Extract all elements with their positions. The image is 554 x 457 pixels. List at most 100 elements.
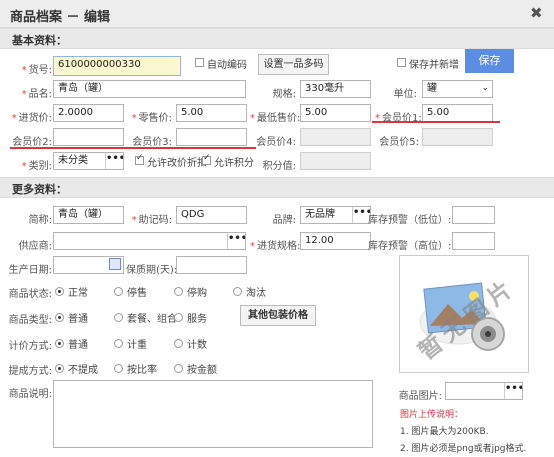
supplier-input[interactable]: ••• bbox=[53, 232, 246, 250]
points-label: 积分值: bbox=[262, 161, 296, 172]
more-icon[interactable]: ••• bbox=[105, 153, 123, 169]
status-option: 停购 bbox=[187, 288, 207, 299]
commission-option: 按金额 bbox=[187, 365, 217, 376]
type-option: 服务 bbox=[187, 314, 207, 325]
code-label: * 货号: bbox=[21, 65, 52, 76]
production-date-label: 生产日期: bbox=[8, 265, 52, 276]
section-more: 更多资料： bbox=[0, 177, 554, 198]
cost-input[interactable]: 2.0000 bbox=[53, 104, 124, 122]
points-input[interactable] bbox=[300, 152, 371, 170]
member3-label: 会员价3: bbox=[132, 137, 172, 148]
stock-low-label: 库存预警（低位）: bbox=[368, 215, 452, 226]
pricing-radio[interactable] bbox=[174, 339, 183, 348]
multi-code-button[interactable]: 设置一品多码 bbox=[258, 54, 329, 75]
unit-label: 单位: bbox=[393, 89, 417, 100]
description-textarea[interactable] bbox=[53, 380, 373, 448]
min-price-input[interactable]: 5.00 bbox=[300, 104, 371, 122]
pricing-radio[interactable] bbox=[55, 339, 64, 348]
category-input[interactable]: 未分类 ••• bbox=[53, 152, 124, 170]
type-option: 普通 bbox=[68, 314, 88, 325]
retail-label: * 零售价: bbox=[131, 113, 172, 124]
upload-title: 图片上传说明： bbox=[400, 410, 464, 420]
cost-label: * 进货价: bbox=[11, 113, 52, 124]
dialog-title: 商品档案 － 编辑 bbox=[10, 10, 111, 25]
image-input[interactable]: ••• bbox=[445, 382, 523, 400]
brand-value: 无品牌 bbox=[305, 209, 335, 220]
commission-label: 提成方式: bbox=[8, 366, 52, 377]
member3-input[interactable] bbox=[176, 128, 247, 146]
code-input[interactable]: 6100000000330 bbox=[53, 56, 181, 76]
shelf-life-label: 保质期(天): bbox=[126, 265, 178, 276]
category-value: 未分类 bbox=[58, 155, 88, 166]
auto-code-checkbox[interactable] bbox=[195, 58, 204, 67]
type-label: 商品类型: bbox=[8, 315, 52, 326]
upload-note-2: 2. 图片必须是png或者jpg格式. bbox=[400, 444, 527, 454]
retail-input[interactable]: 5.00 bbox=[176, 104, 247, 122]
category-label: * 类别: bbox=[21, 161, 52, 172]
calendar-icon[interactable] bbox=[109, 258, 121, 270]
status-radio[interactable] bbox=[174, 287, 183, 296]
more-icon[interactable]: ••• bbox=[504, 383, 522, 399]
more-icon[interactable]: ••• bbox=[227, 233, 245, 249]
supplier-label: 供应商: bbox=[18, 241, 52, 252]
chevron-down-icon: ⌄ bbox=[481, 83, 489, 93]
commission-option: 不提成 bbox=[68, 365, 98, 376]
commission-radio[interactable] bbox=[174, 364, 183, 373]
other-pack-button[interactable]: 其他包装价格 bbox=[240, 305, 316, 326]
pricing-label: 计价方式: bbox=[8, 341, 52, 352]
unit-select[interactable]: 罐 ⌄ bbox=[422, 80, 493, 98]
allow-discount-checkbox[interactable] bbox=[135, 153, 144, 165]
allow-discount-label: 允许改价折扣 bbox=[147, 158, 207, 169]
min-price-label: * 最低售价: bbox=[250, 113, 301, 124]
close-icon[interactable]: ✖ bbox=[530, 4, 543, 22]
production-date-input[interactable] bbox=[53, 256, 124, 274]
allow-points-label: 允许积分 bbox=[214, 158, 254, 169]
stock-low-input[interactable] bbox=[452, 206, 495, 224]
pricing-option: 普通 bbox=[68, 340, 88, 351]
description-label: 商品说明: bbox=[8, 389, 52, 400]
commission-option: 按比率 bbox=[127, 365, 157, 376]
brand-label: 品牌: bbox=[272, 215, 296, 226]
type-radio[interactable] bbox=[114, 313, 123, 322]
type-radio[interactable] bbox=[174, 313, 183, 322]
commission-radio[interactable] bbox=[114, 364, 123, 373]
spec-input[interactable]: 330毫升 bbox=[300, 80, 371, 98]
member2-label: 会员价2: bbox=[12, 137, 52, 148]
section-more-title: 更多资料： bbox=[12, 183, 67, 196]
shelf-life-input[interactable] bbox=[176, 256, 247, 274]
pricing-radio[interactable] bbox=[114, 339, 123, 348]
image-label: 商品图片: bbox=[398, 391, 442, 402]
name-input[interactable]: 青岛（罐） bbox=[53, 80, 246, 98]
name-label: * 品名: bbox=[21, 89, 52, 100]
type-radio[interactable] bbox=[55, 313, 64, 322]
stock-high-input[interactable] bbox=[452, 232, 495, 250]
pricing-option: 计重 bbox=[127, 340, 147, 351]
purchase-spec-label: * 进货规格: bbox=[250, 241, 301, 252]
member1-input[interactable]: 5.00 bbox=[422, 104, 493, 122]
status-radio[interactable] bbox=[55, 287, 64, 296]
pricing-option: 计数 bbox=[187, 340, 207, 351]
mnemonic-input[interactable]: QDG bbox=[176, 206, 247, 224]
allow-points-checkbox[interactable] bbox=[202, 153, 211, 165]
brand-input[interactable]: 无品牌 ••• bbox=[300, 206, 371, 224]
short-name-input[interactable]: 青岛（罐） bbox=[53, 206, 124, 224]
save-new-checkbox[interactable] bbox=[397, 58, 406, 67]
upload-note-1: 1. 图片最大为200KB. bbox=[400, 427, 489, 437]
mnemonic-label: * 助记码: bbox=[131, 215, 172, 226]
status-radio[interactable] bbox=[233, 287, 242, 296]
status-option: 正常 bbox=[68, 288, 88, 299]
unit-value: 罐 bbox=[427, 83, 437, 94]
member5-input[interactable] bbox=[422, 128, 493, 146]
member2-input[interactable] bbox=[53, 128, 124, 146]
status-radio[interactable] bbox=[114, 287, 123, 296]
auto-code-label: 自动编码 bbox=[207, 60, 247, 71]
member4-input[interactable] bbox=[300, 128, 371, 146]
spec-label: 规格: bbox=[272, 89, 296, 100]
commission-radio[interactable] bbox=[55, 364, 64, 373]
save-button[interactable]: 保存 bbox=[465, 49, 514, 73]
member4-label: 会员价4: bbox=[256, 137, 296, 148]
section-basic-title: 基本资料： bbox=[12, 34, 67, 47]
status-option: 淘汰 bbox=[246, 288, 266, 299]
purchase-spec-input[interactable]: 12.00 bbox=[300, 232, 371, 250]
section-basic: 基本资料： bbox=[0, 28, 554, 49]
